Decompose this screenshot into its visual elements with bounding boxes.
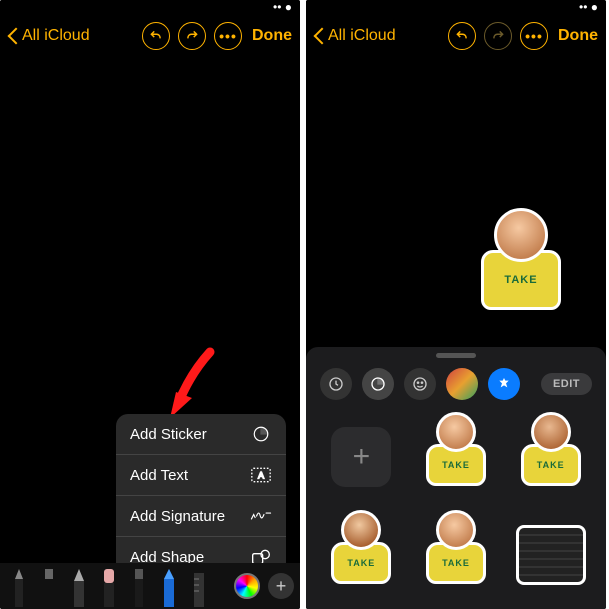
tool-eraser[interactable] <box>96 567 122 607</box>
add-sticker-cell[interactable]: + <box>318 412 405 502</box>
back-label: All iCloud <box>328 27 396 45</box>
sticker-grid: + TAKE TAKE TAKE TAKE <box>306 412 606 600</box>
nav-bar: All iCloud ••• Done <box>306 14 606 58</box>
back-label: All iCloud <box>22 27 90 45</box>
phone-right: •• ● All iCloud ••• Done TAKE <box>306 0 606 609</box>
menu-item-label: Add Signature <box>130 508 225 525</box>
color-picker-button[interactable] <box>234 573 260 599</box>
sticker-cell[interactable]: TAKE <box>318 510 405 600</box>
menu-item-add-signature[interactable]: Add Signature <box>116 496 286 537</box>
clock-icon <box>328 376 344 392</box>
tool-marker[interactable] <box>36 567 62 607</box>
sticker-cell[interactable]: TAKE <box>413 412 500 502</box>
sticker-peel-icon <box>370 376 386 392</box>
chevron-left-icon <box>8 26 20 46</box>
plus-icon: + <box>276 576 287 597</box>
sticker-cell[interactable] <box>507 510 594 600</box>
undo-button[interactable] <box>448 22 476 50</box>
tool-pen[interactable] <box>6 567 32 607</box>
keyboard-sticker-icon <box>516 525 586 585</box>
tool-ruler[interactable] <box>186 567 212 607</box>
sticker-face-icon <box>494 208 548 262</box>
done-button[interactable]: Done <box>558 27 598 45</box>
drawer-handle[interactable] <box>436 353 476 358</box>
more-button[interactable]: ••• <box>520 22 548 50</box>
menu-item-add-text[interactable]: Add Text A <box>116 455 286 496</box>
more-button[interactable]: ••• <box>214 22 242 50</box>
tab-memoji[interactable] <box>446 368 478 400</box>
tool-crayon[interactable] <box>156 567 182 607</box>
markup-toolbar: + <box>0 563 300 609</box>
tab-emoji[interactable] <box>404 368 436 400</box>
placed-sticker[interactable]: TAKE <box>478 208 564 312</box>
emoji-icon <box>412 376 428 392</box>
svg-text:A: A <box>258 470 265 480</box>
redo-icon <box>491 29 505 43</box>
sticker-drawer: EDIT + TAKE TAKE TAKE TAKE <box>306 347 606 609</box>
signature-icon <box>250 507 272 525</box>
tab-stickers[interactable] <box>362 368 394 400</box>
sticker-peel-icon <box>250 425 272 443</box>
tab-appstore[interactable] <box>488 368 520 400</box>
tool-pencil[interactable] <box>66 567 92 607</box>
tab-recents[interactable] <box>320 368 352 400</box>
undo-icon <box>455 29 469 43</box>
redo-icon <box>185 29 199 43</box>
ellipsis-icon: ••• <box>525 29 543 43</box>
ellipsis-icon: ••• <box>219 29 237 43</box>
menu-item-add-sticker[interactable]: Add Sticker <box>116 414 286 455</box>
tool-lasso[interactable] <box>126 567 152 607</box>
status-bar: •• ● <box>0 0 300 14</box>
menu-item-label: Add Text <box>130 467 188 484</box>
redo-button-disabled <box>484 22 512 50</box>
drawer-tabs: EDIT <box>306 368 606 412</box>
phone-left: •• ● All iCloud ••• Done Add Sticker <box>0 0 300 609</box>
sticker-cell[interactable]: TAKE <box>507 412 594 502</box>
undo-icon <box>149 29 163 43</box>
appstore-icon <box>496 376 512 392</box>
nav-bar: All iCloud ••• Done <box>0 14 300 58</box>
annotation-arrow <box>170 348 220 418</box>
plus-icon: + <box>353 440 371 474</box>
menu-item-label: Add Sticker <box>130 426 207 443</box>
sticker-cell[interactable]: TAKE <box>413 510 500 600</box>
redo-button[interactable] <box>178 22 206 50</box>
edit-button[interactable]: EDIT <box>541 373 592 395</box>
back-button[interactable]: All iCloud <box>314 26 396 46</box>
done-button[interactable]: Done <box>252 27 292 45</box>
add-button[interactable]: + <box>268 573 294 599</box>
back-button[interactable]: All iCloud <box>8 26 90 46</box>
status-bar: •• ● <box>306 0 606 14</box>
add-menu: Add Sticker Add Text A Add Signature Add… <box>116 414 286 577</box>
undo-button[interactable] <box>142 22 170 50</box>
chevron-left-icon <box>314 26 326 46</box>
text-box-icon: A <box>250 466 272 484</box>
